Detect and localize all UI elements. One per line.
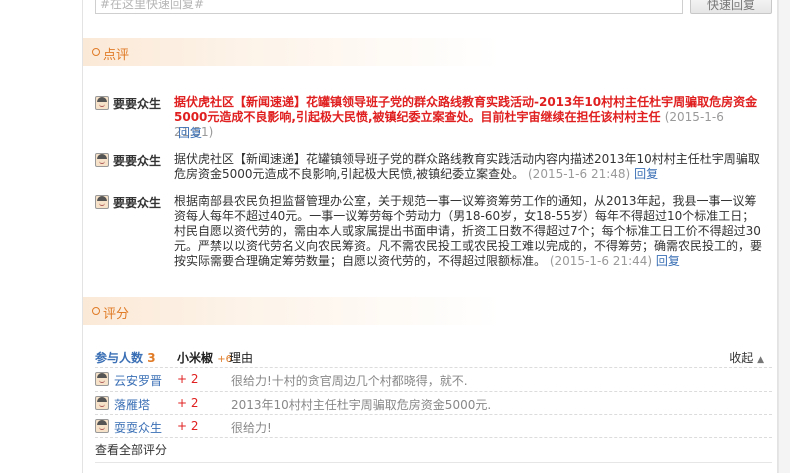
user-avatar-icon[interactable] (95, 195, 109, 209)
comment-reply-link[interactable]: 回复 (656, 254, 680, 268)
chevron-up-icon: ▲ (757, 355, 764, 365)
rater-name[interactable]: 落雁塔 (114, 396, 150, 413)
comment-time: (2015-1-6 21:44) (549, 254, 653, 268)
user-avatar-icon[interactable] (95, 372, 109, 386)
comment-reply-link[interactable]: 回复 (634, 167, 658, 181)
quick-reply-input[interactable]: #在这里快速回复# (95, 0, 683, 14)
comment-reply-link[interactable]: 回复 (178, 124, 202, 141)
comments-section-title: 点评 (103, 48, 130, 63)
comment-text: 据伏虎社区【新闻速递】花罐镇领导班子党的群众路线教育实践活动内容内描述2013年… (174, 152, 764, 182)
rating-reason: 很给力!十村的贪官周边几个村都晓得，就不. (231, 374, 468, 388)
rating-row: 落雁塔 + 2 2013年10村村主任杜宇周骗取危房资金5000元. (95, 393, 772, 413)
comment-item: 要要众生 据伏虎社区【新闻速递】花罐镇领导班子党的群众路线教育实践活动内容内描述… (95, 152, 767, 188)
rater-name[interactable]: 云安罗晋 (114, 372, 162, 389)
rating-section-header: 评分 (83, 297, 777, 325)
comment-text: 据伏虎社区【新闻速递】花罐镇领导班子党的群众路线教育实践活动-2013年10村村… (174, 95, 764, 155)
rater-name[interactable]: 耍耍众生 (114, 419, 162, 436)
content-left-border (82, 0, 83, 473)
rating-section-title: 评分 (103, 307, 130, 322)
rating-divider (95, 367, 772, 368)
comment-author[interactable]: 要要众生 (113, 194, 161, 211)
comment-item: 要要众生 根据南部县农民负担监督管理办公室，关于规范一事一议筹资筹劳工作的通知，… (95, 194, 767, 270)
comment-author[interactable]: 要要众生 (113, 95, 161, 112)
rating-reason: 2013年10村村主任杜宇周骗取危房资金5000元. (231, 398, 492, 412)
reason-heading: 理由 (229, 351, 254, 365)
rating-score: + 2 (177, 419, 199, 433)
page-scrollbar[interactable] (778, 0, 790, 473)
rating-score: + 2 (177, 396, 199, 410)
rating-row: 耍耍众生 + 2 很给力! (95, 416, 772, 436)
circle-bullet-icon (92, 307, 100, 315)
rating-divider (95, 437, 772, 438)
currency-heading: 小米椒 +6 (177, 349, 232, 366)
user-avatar-icon[interactable] (95, 96, 109, 110)
user-avatar-icon[interactable] (95, 153, 109, 167)
participants-label: 参与人数 (95, 351, 144, 365)
rating-reason: 很给力! (231, 421, 272, 435)
rating-divider (95, 391, 772, 392)
currency-label: 小米椒 (177, 351, 214, 365)
comment-body: 据伏虎社区【新闻速递】花罐镇领导班子党的群众路线教育实践活动内容内描述2013年… (174, 152, 760, 181)
collapse-toggle[interactable]: 收起 ▲ (729, 349, 764, 366)
rating-table-header: 参与人数 3 小米椒 +6 理由 收起 ▲ (95, 349, 772, 367)
comment-author[interactable]: 要要众生 (113, 152, 161, 169)
user-avatar-icon[interactable] (95, 396, 109, 410)
comments-section-header: 点评 (83, 38, 777, 66)
section-bottom-divider (95, 462, 772, 463)
rating-score: + 2 (177, 372, 199, 386)
comment-text: 根据南部县农民负担监督管理办公室，关于规范一事一议筹资筹劳工作的通知，从2013… (174, 194, 764, 269)
rating-divider (95, 414, 772, 415)
participants-count: 3 (147, 351, 156, 365)
quick-reply-button[interactable]: 快速回复 (690, 0, 772, 14)
comment-time: (2015-1-6 21:48) (528, 167, 631, 181)
user-avatar-icon[interactable] (95, 419, 109, 433)
circle-bullet-icon (92, 48, 100, 56)
collapse-label: 收起 (729, 351, 754, 365)
view-all-ratings-link[interactable]: 查看全部评分 (95, 441, 167, 458)
rating-row: 云安罗晋 + 2 很给力!十村的贪官周边几个村都晓得，就不. (95, 369, 772, 389)
participants-heading[interactable]: 参与人数 3 (95, 349, 156, 366)
